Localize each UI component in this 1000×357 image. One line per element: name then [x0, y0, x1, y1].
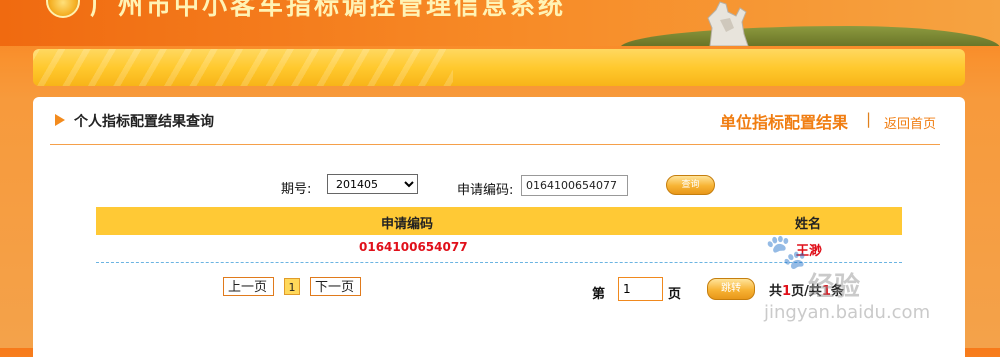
band-swirl-decoration	[33, 49, 453, 86]
emblem-logo-icon	[46, 0, 80, 18]
column-header-name: 姓名	[795, 217, 822, 232]
total-pages-prefix: 共	[769, 284, 783, 299]
page-prefix: 第	[592, 287, 606, 302]
table-row-code: 0164100654077	[359, 240, 468, 254]
prev-page-button[interactable]: 上一页	[223, 277, 274, 296]
code-label: 申请编码:	[457, 183, 514, 198]
period-label: 期号:	[281, 182, 312, 197]
jump-button[interactable]: 跳转	[707, 278, 755, 300]
link-separator: |	[866, 110, 872, 128]
banner-trees-decoration	[620, 26, 1000, 46]
watermark-text: 经验	[808, 272, 861, 302]
unit-result-link[interactable]: 单位指标配置结果	[720, 109, 848, 133]
statue-decoration-icon	[707, 1, 749, 46]
watermark-url: jingyan.baidu.com	[764, 302, 931, 323]
current-page-indicator[interactable]: 1	[284, 278, 300, 295]
page-number-input[interactable]	[618, 277, 663, 301]
period-select[interactable]: 201405	[327, 174, 418, 194]
panel-title: 个人指标配置结果查询	[74, 114, 214, 130]
next-page-button[interactable]: 下一页	[310, 277, 361, 296]
query-button[interactable]: 查询	[666, 175, 715, 195]
system-title: 广州市中小客车指标调控管理信息系统	[90, 0, 567, 20]
column-header-code: 申请编码	[381, 217, 434, 232]
page-suffix: 页	[668, 287, 682, 302]
watermark-paw-icon: 🐾	[765, 232, 808, 272]
total-pages: 1	[782, 284, 792, 299]
code-input[interactable]	[521, 175, 628, 196]
top-banner: 广州市中小客车指标调控管理信息系统	[0, 0, 1000, 46]
header-divider	[50, 144, 940, 145]
table-header: 申请编码 姓名	[96, 207, 902, 235]
home-link[interactable]: 返回首页	[884, 113, 936, 132]
panel-header: 个人指标配置结果查询 单位指标配置结果 | 返回首页	[33, 97, 965, 145]
arrow-right-icon	[55, 114, 65, 126]
decorative-band	[33, 49, 965, 86]
